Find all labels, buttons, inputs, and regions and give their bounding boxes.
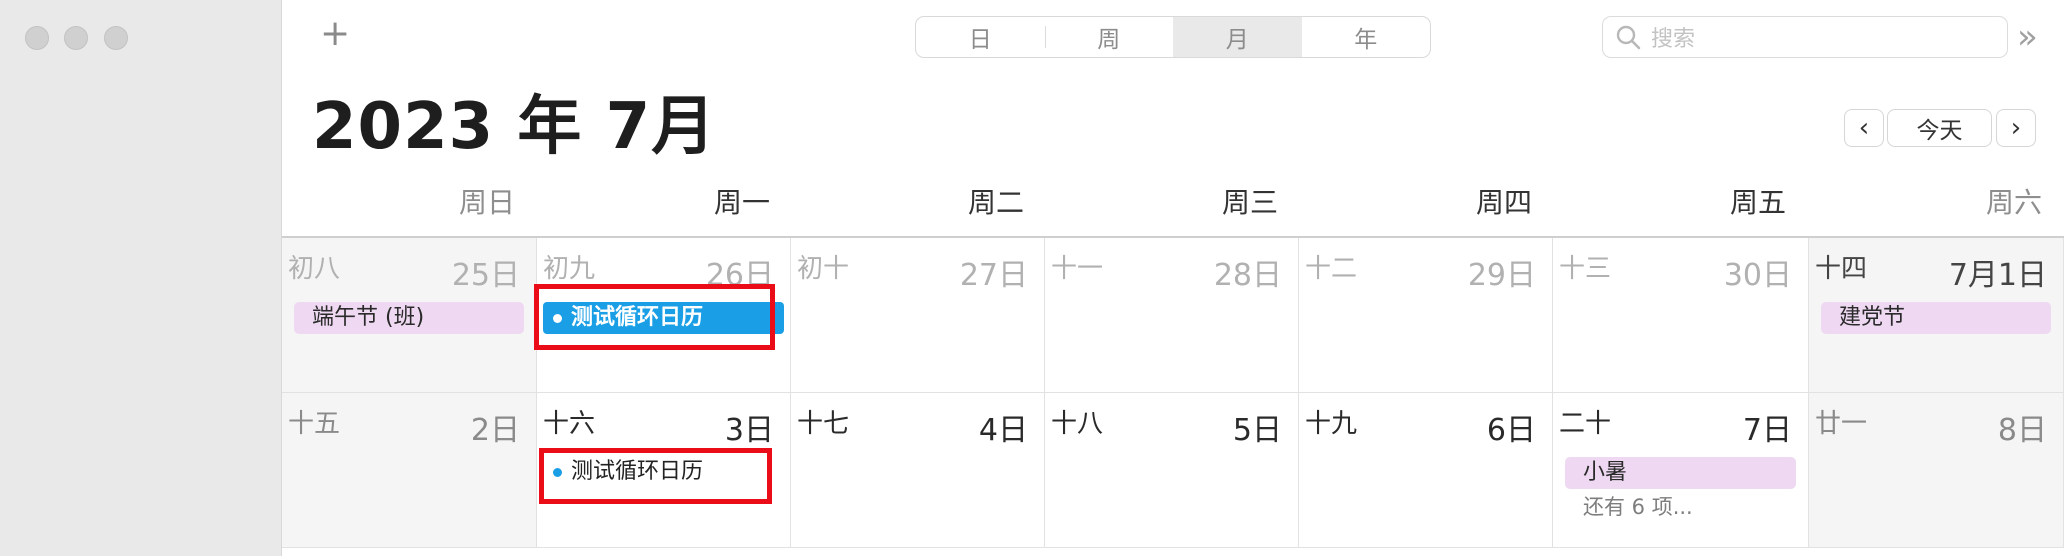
- toolbar-overflow-icon[interactable]: »: [2017, 17, 2038, 57]
- day-number: 6日: [1486, 413, 1536, 448]
- day-cell[interactable]: 廿一 8日: [1809, 393, 2064, 548]
- weekday-header: 周日 周一 周二 周三 周四 周五 周六: [282, 182, 2064, 236]
- weekday-label: 周二: [967, 186, 1024, 219]
- next-month-button[interactable]: ›: [1996, 109, 2036, 147]
- day-number: 7日: [1742, 413, 1792, 448]
- day-cell[interactable]: 十二 29日: [1299, 238, 1553, 393]
- search-icon: [1616, 25, 1641, 50]
- day-cell[interactable]: 十七 4日: [791, 393, 1045, 548]
- sidebar: [0, 0, 282, 556]
- tab-week[interactable]: 周: [1044, 17, 1174, 57]
- tab-month[interactable]: 月: [1173, 17, 1302, 57]
- weekday-label: 周六: [1985, 186, 2042, 219]
- day-cell[interactable]: 十九 6日: [1299, 393, 1553, 548]
- day-number: 28日: [1213, 258, 1282, 293]
- lunar-date: 十一: [1051, 254, 1104, 284]
- day-number: 27日: [959, 258, 1028, 293]
- tab-day[interactable]: 日: [916, 17, 1045, 57]
- highlight-box: [539, 448, 772, 504]
- day-cell[interactable]: 初十 27日: [791, 238, 1045, 393]
- day-cell[interactable]: 二十 7日 小暑 还有 6 项...: [1553, 393, 1809, 548]
- lunar-date: 初九: [543, 254, 596, 284]
- more-events-link[interactable]: 还有 6 项...: [1583, 491, 1693, 521]
- lunar-date: 十四: [1815, 254, 1868, 284]
- previous-month-button[interactable]: ‹: [1844, 109, 1884, 147]
- day-cell[interactable]: 十三 30日: [1553, 238, 1809, 393]
- holiday-event[interactable]: 建党节: [1821, 302, 2051, 334]
- page-title: 2023 年 7月: [312, 90, 717, 164]
- day-number: 5日: [1232, 413, 1282, 448]
- lunar-date: 廿一: [1815, 409, 1868, 439]
- weekday-label: 周三: [1221, 186, 1278, 219]
- highlight-box: [534, 284, 775, 350]
- lunar-date: 十六: [543, 409, 596, 439]
- day-cell[interactable]: 十四 7月1日 建党节: [1809, 238, 2064, 393]
- minimize-window-button[interactable]: [64, 26, 88, 50]
- lunar-date: 二十: [1559, 409, 1612, 439]
- day-number: 25日: [451, 258, 520, 293]
- today-button[interactable]: 今天: [1887, 109, 1992, 147]
- holiday-event[interactable]: 端午节 (班): [294, 302, 524, 334]
- day-cell[interactable]: 十一 28日: [1045, 238, 1299, 393]
- zoom-window-button[interactable]: [104, 26, 128, 50]
- lunar-date: 十五: [288, 409, 341, 439]
- day-number: 29日: [1467, 258, 1536, 293]
- view-switcher: 日 周 月 年: [915, 16, 1431, 58]
- calendar-main: + 日 周 月 年 搜索 » 2023 年 7月 ‹ 今天 › 周日 周一 周二…: [282, 0, 2064, 556]
- day-number: 2日: [470, 413, 520, 448]
- day-number: 4日: [978, 413, 1028, 448]
- day-number: 3日: [724, 413, 774, 448]
- lunar-date: 十九: [1305, 409, 1358, 439]
- lunar-date: 十七: [797, 409, 850, 439]
- lunar-date: 初十: [797, 254, 850, 284]
- weekday-label: 周日: [458, 186, 515, 219]
- day-cell[interactable]: 十五 2日: [282, 393, 537, 548]
- tab-year[interactable]: 年: [1302, 17, 1431, 57]
- search-input[interactable]: 搜索: [1602, 16, 2008, 58]
- weekday-label: 周四: [1475, 186, 1532, 219]
- lunar-date: 十三: [1559, 254, 1612, 284]
- lunar-date: 初八: [288, 254, 341, 284]
- add-event-button[interactable]: +: [320, 14, 350, 54]
- day-cell[interactable]: 初八 25日 端午节 (班): [282, 238, 537, 393]
- lunar-date: 十二: [1305, 254, 1358, 284]
- search-placeholder: 搜索: [1651, 27, 1696, 52]
- day-number: 8日: [1997, 413, 2047, 448]
- weekday-label: 周一: [713, 186, 770, 219]
- lunar-date: 十八: [1051, 409, 1104, 439]
- weekday-label: 周五: [1729, 186, 1786, 219]
- close-window-button[interactable]: [25, 26, 49, 50]
- day-number: 7月1日: [1948, 258, 2047, 293]
- holiday-event[interactable]: 小暑: [1565, 457, 1796, 489]
- day-cell[interactable]: 十八 5日: [1045, 393, 1299, 548]
- day-number: 30日: [1723, 258, 1792, 293]
